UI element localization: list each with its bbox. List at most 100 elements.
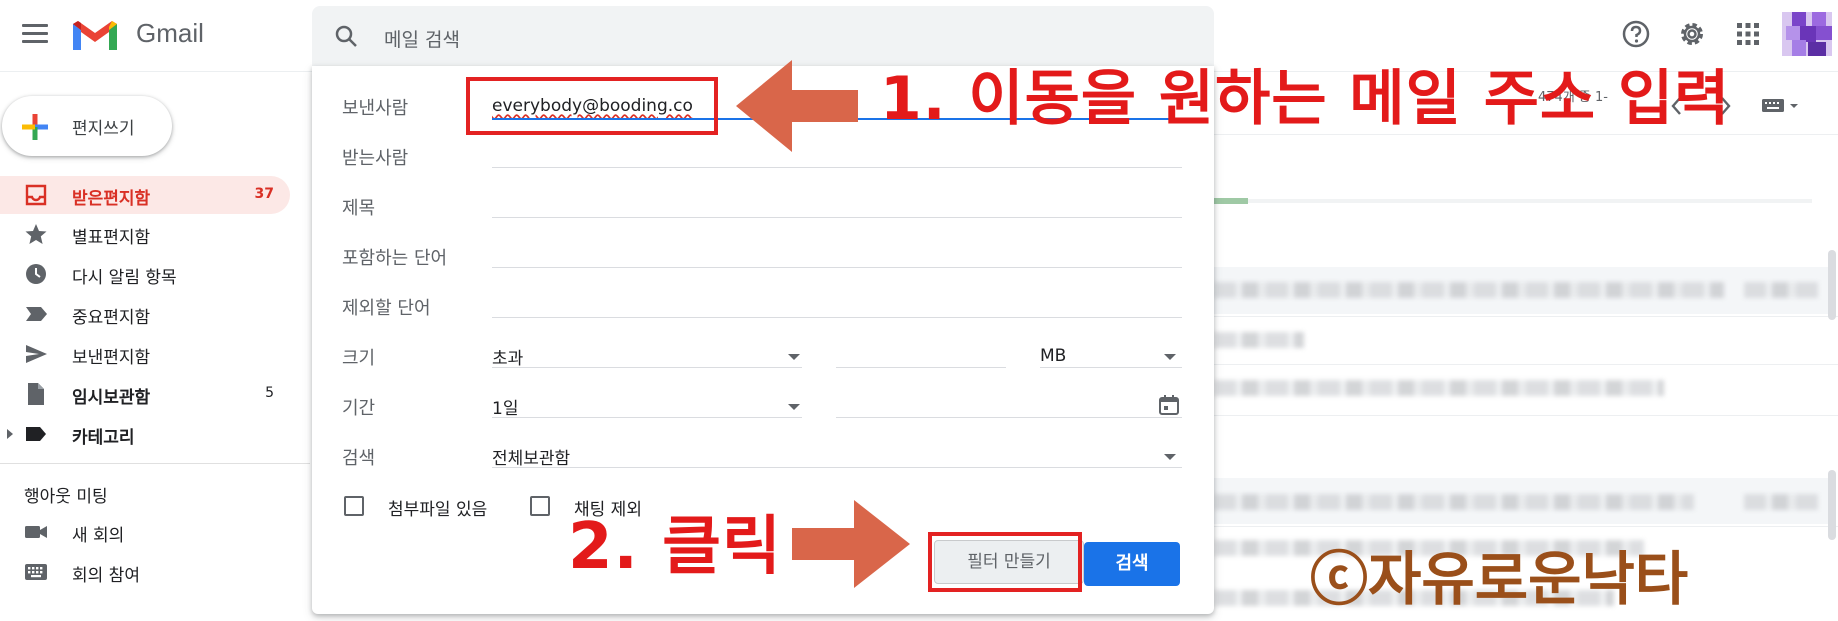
- size-unit-dropdown-icon[interactable]: [1164, 354, 1176, 360]
- sidebar-item-label: 카테고리: [72, 428, 135, 448]
- size-unit-select[interactable]: MB: [1040, 346, 1066, 366]
- sidebar-divider: [0, 463, 310, 464]
- sidebar-item-label: 회의 참여: [72, 566, 140, 586]
- doesnt-have-label: 제외할 단어: [342, 298, 431, 319]
- to-label: 받는사람: [342, 148, 409, 169]
- watermark: ⓒ자유로운낙타: [1310, 545, 1689, 613]
- exclude-chats-checkbox[interactable]: [530, 496, 550, 516]
- step2-annotation: 2. 클릭: [568, 510, 782, 584]
- draft-file-icon: [28, 383, 44, 405]
- sidebar-item-label: 다시 알림 항목: [72, 268, 177, 288]
- sidebar-item-label: 받은편지함: [72, 189, 151, 209]
- search-in-select[interactable]: 전체보관함: [492, 444, 570, 469]
- size-operator-select[interactable]: 초과: [492, 344, 523, 369]
- has-words-label: 포함하는 단어: [342, 248, 448, 269]
- main-menu-icon[interactable]: [22, 24, 48, 44]
- input-tools-keyboard-icon[interactable]: [1762, 98, 1802, 116]
- sidebar-item-label: 임시보관함: [72, 388, 151, 408]
- date-range-select[interactable]: 1일: [492, 394, 518, 419]
- help-icon[interactable]: [1620, 18, 1652, 50]
- sidebar-item-drafts[interactable]: 임시보관함 5: [0, 375, 290, 413]
- date-within-label: 기간: [342, 398, 376, 419]
- app-name: Gmail: [136, 18, 204, 48]
- search-in-underline: [492, 467, 1182, 468]
- clock-icon: [26, 264, 46, 284]
- compose-button[interactable]: 편지쓰기: [2, 96, 172, 156]
- top-bar: Gmail 메일 검색: [0, 0, 1838, 72]
- blurred-mail-row[interactable]: [1214, 282, 1724, 298]
- highlight-box-create-filter: [928, 532, 1082, 592]
- gmail-logo-icon: [73, 21, 117, 50]
- has-attachment-checkbox[interactable]: [344, 496, 364, 516]
- video-camera-icon: [25, 526, 47, 538]
- avatar[interactable]: [1782, 12, 1832, 56]
- sidebar-item-label: 중요편지함: [72, 308, 151, 328]
- calendar-icon[interactable]: [1158, 394, 1180, 416]
- sidebar-item-categories[interactable]: 카테고리: [0, 415, 290, 453]
- search-input[interactable]: 메일 검색: [384, 25, 460, 52]
- blurred-mail-date: [1744, 282, 1818, 298]
- scrollbar-thumb[interactable]: [1828, 470, 1836, 540]
- blurred-mail-date: [1744, 494, 1818, 510]
- compose-plus-icon: [22, 114, 48, 140]
- has-words-input[interactable]: [492, 267, 1182, 268]
- progress-fill: [1212, 198, 1248, 204]
- subject-label: 제목: [342, 198, 376, 219]
- sidebar-item-label: 새 회의: [72, 526, 125, 546]
- row-separator: [1212, 526, 1838, 527]
- search-in-dropdown-icon[interactable]: [1164, 454, 1176, 460]
- size-operator-underline: [492, 367, 802, 368]
- apps-grid-icon[interactable]: [1732, 18, 1764, 50]
- row-separator: [1212, 316, 1838, 317]
- compose-label: 편지쓰기: [72, 119, 135, 139]
- from-label: 보낸사람: [342, 98, 409, 119]
- sidebar-item-new-meeting[interactable]: 새 회의: [0, 513, 290, 551]
- blurred-mail-row[interactable]: [1214, 332, 1304, 348]
- important-label-icon: [26, 307, 47, 321]
- blurred-mail-row[interactable]: [1214, 494, 1694, 510]
- sidebar-item-label: 별표편지함: [72, 228, 151, 248]
- step1-annotation: 1. 이동을 원하는 메일 주소 입력: [880, 64, 1731, 134]
- sidebar-item-label: 보낸편지함: [72, 348, 151, 368]
- sidebar-item-starred[interactable]: 별표편지함: [0, 215, 290, 253]
- sidebar-item-snoozed[interactable]: 다시 알림 항목: [0, 255, 290, 293]
- toolbar-divider: [1212, 134, 1838, 135]
- blurred-mail-row[interactable]: [1214, 380, 1664, 396]
- label-icon: [26, 427, 46, 441]
- unread-count: 37: [254, 186, 274, 202]
- settings-gear-icon[interactable]: [1676, 18, 1708, 50]
- sidebar-item-sent[interactable]: 보낸편지함: [0, 335, 290, 373]
- keyboard-icon: [25, 564, 47, 580]
- size-unit-underline: [1040, 367, 1182, 368]
- size-operator-dropdown-icon[interactable]: [788, 354, 800, 360]
- sidebar-item-inbox[interactable]: 받은편지함 37: [0, 176, 290, 214]
- sidebar-item-important[interactable]: 중요편지함: [0, 295, 290, 333]
- subject-input[interactable]: [492, 217, 1182, 218]
- search-icon[interactable]: [334, 24, 358, 48]
- meet-header: 행아웃 미팅: [24, 487, 108, 507]
- progress-track: [1212, 199, 1812, 203]
- search-in-label: 검색: [342, 448, 376, 469]
- row-separator: [1212, 364, 1838, 365]
- search-submit-button[interactable]: 검색: [1084, 542, 1180, 586]
- arrow-left-annotation: [736, 60, 858, 152]
- size-value-input[interactable]: [836, 367, 1006, 368]
- date-range-underline: [492, 417, 802, 418]
- search-bar[interactable]: 메일 검색: [312, 6, 1214, 66]
- highlight-box-from-field: [466, 77, 718, 135]
- inbox-icon: [25, 184, 47, 206]
- size-label: 크기: [342, 348, 376, 369]
- arrow-right-annotation: [792, 500, 910, 588]
- date-input[interactable]: [836, 417, 1182, 418]
- sidebar-item-join-meeting[interactable]: 회의 참여: [0, 553, 290, 591]
- to-input[interactable]: [492, 167, 1182, 168]
- has-attachment-label: 첨부파일 있음: [388, 500, 488, 520]
- expand-arrow-icon[interactable]: [6, 428, 14, 440]
- doesnt-have-input[interactable]: [492, 317, 1182, 318]
- star-icon: [25, 224, 47, 244]
- draft-count: 5: [265, 385, 274, 401]
- scrollbar-thumb[interactable]: [1828, 250, 1836, 320]
- send-icon: [26, 345, 47, 363]
- date-range-dropdown-icon[interactable]: [788, 404, 800, 410]
- row-separator: [1212, 415, 1838, 416]
